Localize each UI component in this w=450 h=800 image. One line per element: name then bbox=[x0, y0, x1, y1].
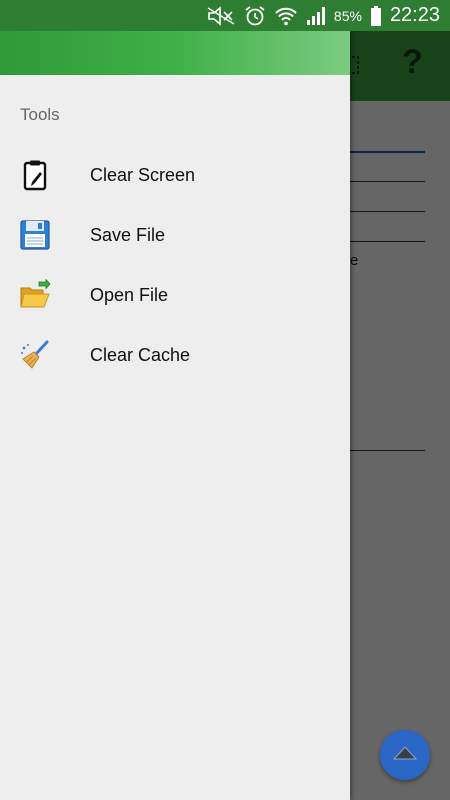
scroll-up-button[interactable] bbox=[380, 730, 430, 780]
clock-time: 22:23 bbox=[389, 4, 440, 26]
broom-icon bbox=[18, 338, 52, 372]
navigation-drawer: Tools Clear Screen Save File Open File C… bbox=[0, 31, 350, 800]
battery-icon bbox=[370, 5, 382, 27]
battery-percentage: 85% bbox=[333, 7, 362, 24]
status-bar: 85% 22:23 bbox=[0, 0, 450, 31]
signal-icon bbox=[306, 6, 328, 26]
menu-item-label: Clear Cache bbox=[90, 344, 191, 365]
menu-item-save-file[interactable]: Save File bbox=[0, 205, 350, 265]
arrow-up-icon bbox=[392, 745, 418, 766]
section-title: Tools bbox=[20, 105, 60, 124]
mute-icon bbox=[206, 5, 236, 26]
wifi-icon bbox=[274, 5, 298, 27]
open-folder-icon bbox=[18, 278, 52, 312]
menu-item-label: Clear Screen bbox=[90, 164, 196, 185]
menu-item-label: Save File bbox=[90, 224, 166, 245]
drawer-menu: Clear Screen Save File Open File Clear C… bbox=[0, 145, 350, 385]
alarm-icon bbox=[244, 5, 266, 27]
drawer-header bbox=[0, 31, 350, 75]
menu-item-clear-cache[interactable]: Clear Cache bbox=[0, 325, 350, 385]
menu-item-open-file[interactable]: Open File bbox=[0, 265, 350, 325]
menu-item-label: Open File bbox=[90, 284, 169, 305]
clipboard-icon bbox=[18, 158, 52, 192]
menu-item-clear-screen[interactable]: Clear Screen bbox=[0, 145, 350, 205]
floppy-disk-icon bbox=[18, 218, 52, 252]
